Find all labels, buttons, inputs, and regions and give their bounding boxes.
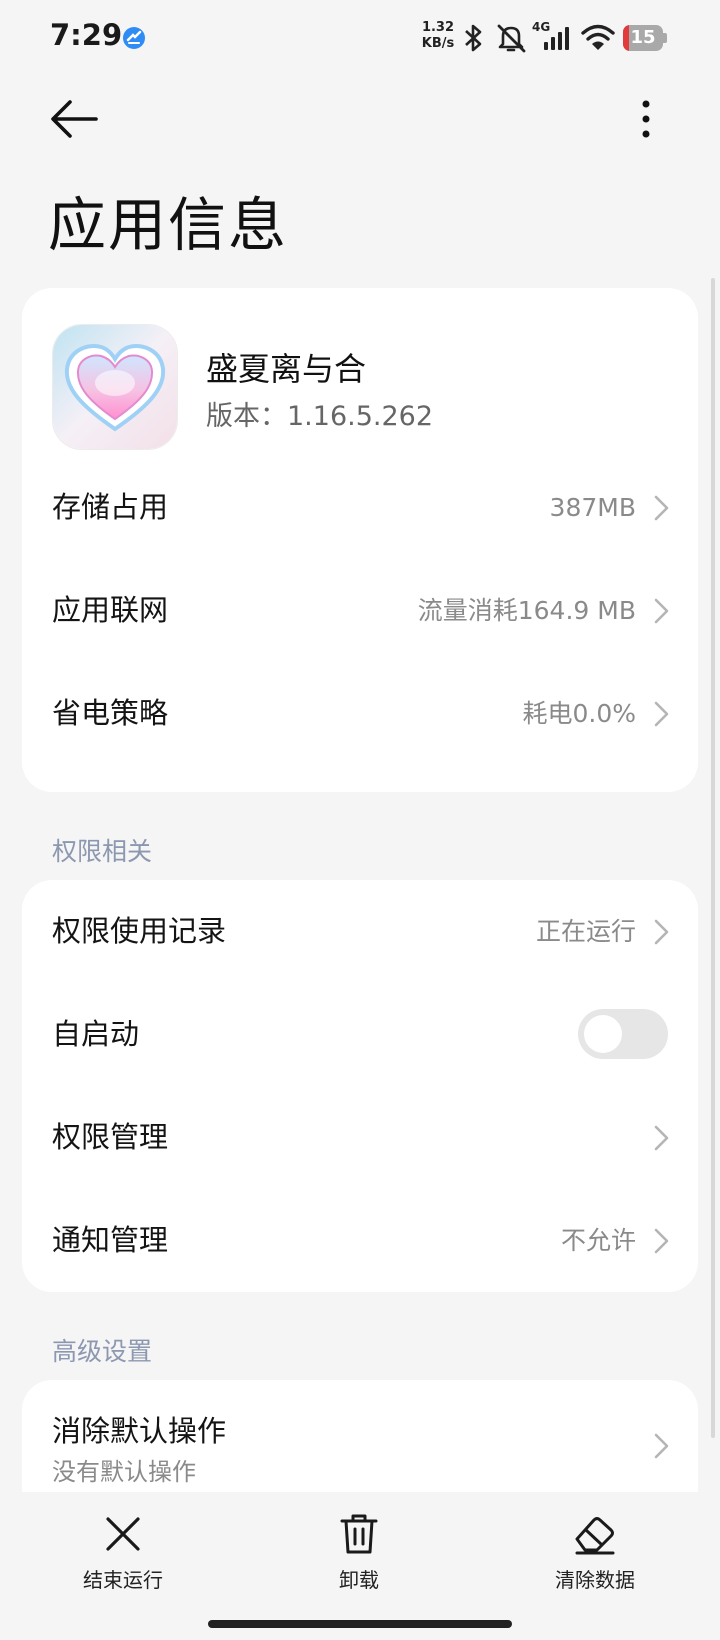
row-value: 耗电0.0% <box>522 699 636 728</box>
row-notification-management[interactable]: 通知管理 不允许 <box>22 1189 698 1292</box>
row-label: 省电策略 <box>52 696 169 730</box>
bottom-label: 结束运行 <box>83 1568 163 1592</box>
cellular-signal-icon <box>544 27 569 50</box>
section-title-permissions: 权限相关 <box>52 837 153 866</box>
bottom-label: 清除数据 <box>555 1568 635 1592</box>
row-label: 权限管理 <box>52 1120 169 1154</box>
row-network[interactable]: 应用联网 流量消耗164.9 MB <box>22 559 698 662</box>
scrollbar[interactable] <box>711 278 715 1438</box>
app-badge-icon <box>123 27 145 49</box>
chevron-right-icon <box>654 598 669 624</box>
advanced-card: 消除默认操作 没有默认操作 <box>22 1380 698 1510</box>
clear-data-button[interactable]: 清除数据 <box>520 1512 670 1602</box>
toggle-knob <box>584 1015 622 1053</box>
row-label: 消除默认操作 <box>52 1414 227 1448</box>
page-title: 应用信息 <box>48 191 289 259</box>
app-info-screen: 7:29 1.32 KB/s 4G 15 应用信息 盛夏离与合 版本：1.16.… <box>0 0 720 1640</box>
row-label: 自启动 <box>52 1017 140 1051</box>
net-speed-unit: KB/s <box>421 36 455 51</box>
battery-icon: 15 <box>623 25 667 51</box>
uninstall-button[interactable]: 卸载 <box>284 1512 434 1602</box>
wifi-icon <box>581 24 615 50</box>
section-title-advanced: 高级设置 <box>52 1337 153 1366</box>
autostart-toggle[interactable] <box>578 1009 668 1059</box>
row-label: 应用联网 <box>52 593 169 627</box>
chevron-right-icon <box>654 1125 669 1151</box>
chevron-right-icon <box>654 919 669 945</box>
row-battery-saver[interactable]: 省电策略 耗电0.0% <box>22 662 698 765</box>
home-indicator[interactable] <box>208 1620 512 1628</box>
row-label: 权限使用记录 <box>52 914 227 948</box>
row-clear-defaults[interactable]: 消除默认操作 没有默认操作 <box>22 1380 698 1510</box>
app-info-card: 盛夏离与合 版本：1.16.5.262 存储占用 387MB 应用联网 流量消耗… <box>22 288 698 792</box>
eraser-icon <box>575 1517 615 1555</box>
chevron-right-icon <box>654 701 669 727</box>
row-label: 通知管理 <box>52 1223 169 1257</box>
app-version: 版本：1.16.5.262 <box>206 401 433 432</box>
app-name: 盛夏离与合 <box>206 350 367 388</box>
row-autostart: 自启动 <box>22 983 698 1086</box>
permissions-card: 权限使用记录 正在运行 自启动 权限管理 通知管理 不允许 <box>22 880 698 1292</box>
row-value: 387MB <box>549 493 636 522</box>
back-arrow-icon[interactable] <box>46 96 100 142</box>
net-speed: 1.32 KB/s <box>420 20 456 52</box>
row-value: 正在运行 <box>535 917 636 946</box>
chevron-right-icon <box>654 1228 669 1254</box>
row-permission-management[interactable]: 权限管理 <box>22 1086 698 1189</box>
bottom-action-bar: 结束运行 卸载 清除数据 <box>0 1492 720 1640</box>
status-bar: 7:29 1.32 KB/s 4G 15 <box>0 0 720 80</box>
more-vertical-icon[interactable] <box>628 96 664 142</box>
bottom-label: 卸载 <box>339 1568 379 1592</box>
chevron-right-icon <box>654 1433 669 1459</box>
force-stop-button[interactable]: 结束运行 <box>48 1512 198 1602</box>
row-permission-usage[interactable]: 权限使用记录 正在运行 <box>22 880 698 983</box>
app-header: 盛夏离与合 版本：1.16.5.262 <box>22 288 698 456</box>
trash-icon <box>340 1514 378 1554</box>
battery-level: 15 <box>630 27 656 48</box>
row-storage[interactable]: 存储占用 387MB <box>22 456 698 559</box>
net-speed-value: 1.32 <box>421 20 455 35</box>
chevron-right-icon <box>654 495 669 521</box>
row-sublabel: 没有默认操作 <box>52 1458 196 1486</box>
row-value: 流量消耗164.9 MB <box>417 596 636 625</box>
row-label: 存储占用 <box>52 490 169 524</box>
bluetooth-icon <box>465 24 482 52</box>
status-time: 7:29 <box>50 18 123 52</box>
close-icon <box>106 1517 140 1551</box>
heart-app-icon <box>52 324 178 450</box>
row-value: 不允许 <box>560 1226 636 1255</box>
mute-icon <box>497 24 526 53</box>
